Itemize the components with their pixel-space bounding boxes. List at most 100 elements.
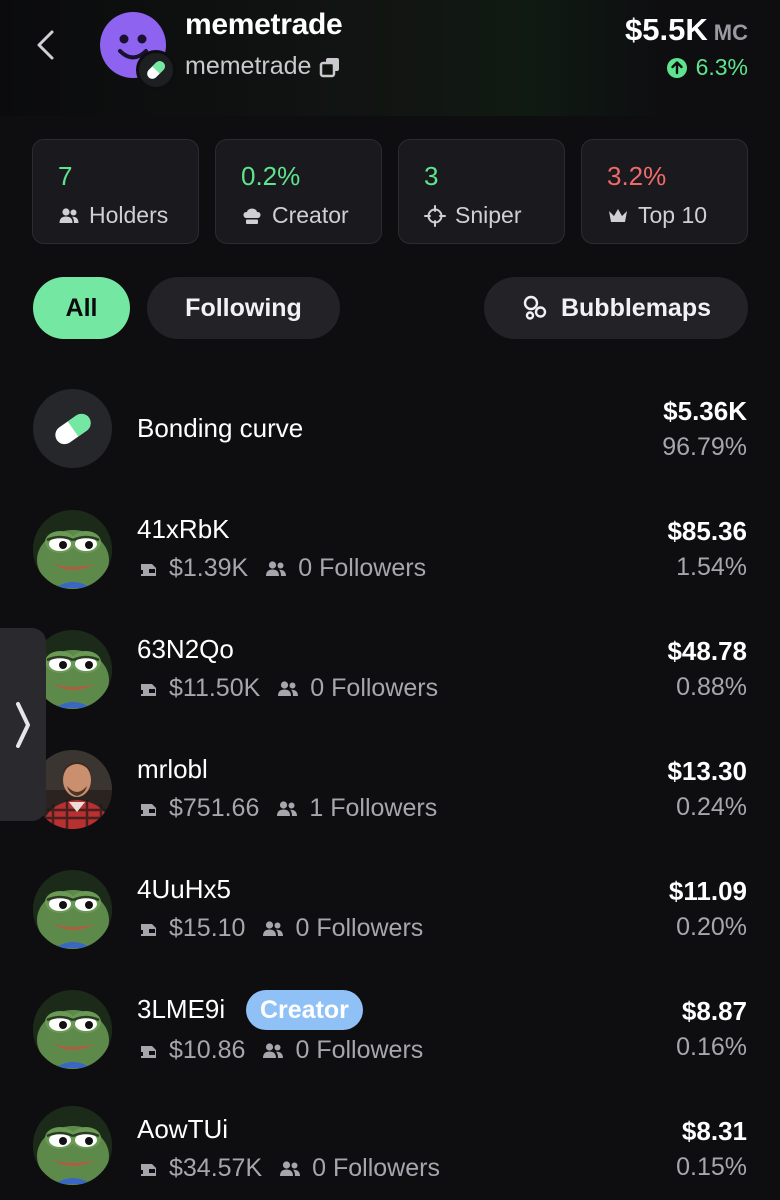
holder-meta: $34.57K 0 Followers (137, 1154, 440, 1183)
holder-followers: 0 Followers (312, 1154, 440, 1182)
stat-label: Creator (272, 202, 349, 228)
holder-percentage: 0.15% (676, 1153, 747, 1181)
holder-amount: $13.30 (667, 756, 747, 786)
users-icon (266, 560, 287, 576)
holder-followers: 0 Followers (298, 554, 427, 582)
holder-meta: $15.10 0 Followers (137, 914, 423, 943)
stat-holders[interactable]: 7 Holders (32, 139, 199, 244)
holder-balance: $11.50K (169, 674, 261, 702)
stat-value: 0.2% (241, 161, 301, 191)
holder-percentage: 0.88% (676, 673, 747, 701)
holder-row[interactable]: mrlobl $751.66 1 Followers $13.30 0.24% (0, 728, 780, 829)
pill-icon (54, 413, 91, 444)
holder-row[interactable]: 41xRbK $1.39K 0 Followers $85.36 1.54% (0, 488, 780, 589)
wallet-icon (139, 1163, 156, 1176)
holder-row[interactable]: AowTUi $34.57K 0 Followers $8.31 0.15% (0, 1088, 780, 1188)
holder-name: 41xRbK (137, 514, 230, 544)
holder-followers: 1 Followers (309, 794, 438, 822)
token-name: memetrade (185, 8, 343, 41)
users-icon (280, 1160, 301, 1176)
stat-label: Holders (89, 202, 169, 228)
users-icon (59, 207, 79, 223)
market-cap-label: MC (713, 20, 748, 45)
bubbles-icon (523, 295, 547, 320)
chevron-left-icon (37, 30, 54, 60)
filter-following[interactable]: Following (147, 277, 340, 339)
users-icon (263, 1042, 284, 1058)
copy-icon[interactable] (319, 56, 341, 78)
token-header: memetrade memetrade $5.5K MC 6.3% (0, 0, 780, 116)
stat-sniper[interactable]: 3 Sniper (398, 139, 565, 244)
back-button[interactable] (30, 28, 64, 62)
holder-balance: $34.57K (169, 1154, 263, 1182)
creator-badge: Creator (246, 990, 363, 1030)
stat-label: Sniper (455, 202, 522, 228)
stat-value: 3 (424, 161, 439, 191)
bubblemaps-label: Bubblemaps (560, 293, 712, 322)
holder-name: Bonding curve (137, 413, 304, 443)
frog-avatar (33, 870, 112, 949)
holder-amount: $11.09 (668, 876, 747, 906)
wallet-icon (139, 683, 156, 696)
token-symbol: memetrade (185, 52, 312, 80)
stat-creator[interactable]: 0.2% Creator (215, 139, 382, 244)
holder-balance: $10.86 (169, 1036, 246, 1064)
frog-avatar (33, 1106, 112, 1185)
bonding-curve-row[interactable]: Bonding curve $5.36K 96.79% (0, 378, 780, 478)
holder-name: mrlobl (137, 754, 208, 784)
holder-percentage: 96.79% (662, 433, 747, 461)
stat-value: 7 (58, 161, 73, 191)
filter-all[interactable]: All (33, 277, 130, 339)
holder-meta: $11.50K 0 Followers (137, 674, 438, 703)
crown-icon (609, 208, 627, 222)
stat-value: 3.2% (607, 161, 667, 191)
market-cap: $5.5K MC (625, 12, 748, 48)
bonding-avatar (33, 389, 112, 468)
users-icon (277, 800, 298, 816)
users-icon (278, 680, 299, 696)
chef-hat-icon (243, 208, 261, 224)
frog-avatar (33, 510, 112, 589)
arrow-up-circle-icon (666, 57, 687, 78)
holder-row[interactable]: 4UuHx5 $15.10 0 Followers $11.09 0.20% (0, 848, 780, 949)
wallet-icon (139, 923, 156, 936)
chevron-right-icon (16, 701, 30, 748)
wallet-icon (139, 563, 156, 576)
holder-balance: $15.10 (169, 914, 246, 942)
users-icon (263, 920, 284, 936)
side-drawer-handle[interactable] (0, 628, 46, 821)
token-symbol-row[interactable]: memetrade (185, 52, 341, 81)
crosshair-icon (424, 204, 446, 227)
holder-amount: $8.31 (681, 1116, 747, 1146)
holder-meta: $1.39K 0 Followers (137, 554, 426, 583)
holder-balance: $751.66 (169, 794, 260, 822)
holder-balance: $1.39K (169, 554, 249, 582)
wallet-icon (139, 803, 156, 816)
holder-amount: $8.87 (681, 996, 747, 1026)
holder-meta: $10.86 0 Followers (137, 1036, 423, 1065)
holder-followers: 0 Followers (310, 674, 439, 702)
holder-amount: $5.36K (663, 396, 747, 426)
stat-top10[interactable]: 3.2% Top 10 (581, 139, 748, 244)
holder-percentage: 0.20% (676, 913, 747, 941)
frog-avatar (33, 990, 112, 1069)
pill-badge (136, 50, 176, 90)
holder-amount: $85.36 (667, 516, 747, 546)
bubblemaps-button[interactable]: Bubblemaps (484, 277, 748, 339)
holder-name: 3LME9i (137, 994, 226, 1024)
wallet-icon (139, 1045, 156, 1058)
price-change-value: 6.3% (695, 54, 748, 80)
holder-row[interactable]: 3LME9i Creator $10.86 0 Followers $8.87 … (0, 968, 780, 1069)
holder-followers: 0 Followers (295, 914, 424, 942)
holder-amount: $48.78 (667, 636, 747, 666)
holder-percentage: 0.16% (676, 1033, 747, 1061)
market-cap-value: $5.5K (625, 12, 708, 47)
holder-row[interactable]: 63N2Qo $11.50K 0 Followers $48.78 0.88% (0, 608, 780, 709)
holder-meta: $751.66 1 Followers (137, 794, 437, 823)
holder-name: 4UuHx5 (137, 874, 231, 904)
holder-percentage: 1.54% (676, 553, 747, 581)
price-change: 6.3% (666, 54, 748, 81)
holder-name: AowTUi (137, 1114, 229, 1144)
pill-icon (147, 61, 165, 79)
holder-followers: 0 Followers (295, 1036, 424, 1064)
